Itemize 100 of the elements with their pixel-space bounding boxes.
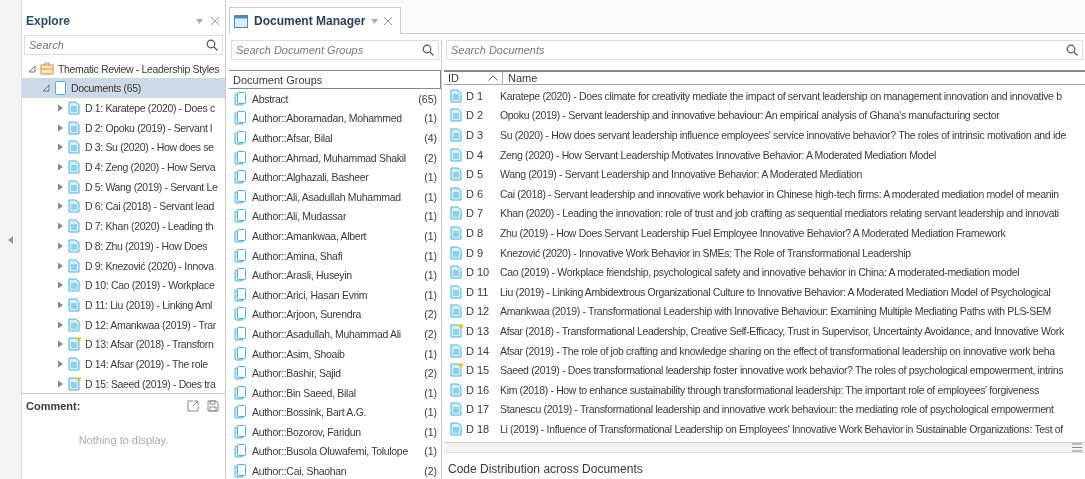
- column-header[interactable]: ID: [444, 72, 503, 84]
- expand-icon[interactable]: [56, 300, 64, 309]
- collapse-icon[interactable]: [28, 64, 36, 73]
- tree-item[interactable]: D 3: Su (2020) - How does se: [22, 137, 225, 158]
- tree-item[interactable]: D 4: Zeng (2020) - How Serva: [22, 157, 225, 177]
- close-icon[interactable]: [211, 17, 219, 26]
- comment-title: Comment:: [26, 400, 81, 413]
- search-field[interactable]: Search Document Groups: [231, 40, 439, 60]
- document-group[interactable]: Author::Arjoon, Surendra (2): [229, 304, 441, 325]
- column-header[interactable]: Document Groups: [229, 70, 441, 89]
- search-icon[interactable]: [206, 38, 218, 51]
- document-group[interactable]: Author::Ahmad, Muhammad Shakil (2): [229, 147, 441, 168]
- search-icon[interactable]: [422, 44, 434, 56]
- document-group[interactable]: Author::Arici, Hasan Evrim (1): [229, 284, 441, 305]
- save-icon[interactable]: [207, 400, 219, 413]
- group-icon: [234, 268, 247, 283]
- empty-message: Nothing to display.: [77, 434, 170, 447]
- column-header[interactable]: Name: [503, 72, 1085, 84]
- group-icon: [234, 464, 247, 479]
- expand-icon[interactable]: [56, 163, 64, 172]
- group-icon: [234, 189, 247, 204]
- table-cell: Karatepe (2020) - Does climate for creativity mediate the impact of servant leadership on management innovation and innovative b: [500, 89, 1062, 102]
- tree-item[interactable]: D 12: Amankwaa (2019) - Trar: [22, 314, 225, 335]
- document-group[interactable]: Author::Bossink, Bart A.G. (1): [229, 402, 441, 423]
- group-icon: [234, 287, 247, 302]
- table-cell: Su (2020) - How does servant leadership influence employees' service innovative behavior? The roles of intrinsic motivation and ide: [500, 129, 1066, 141]
- expand-icon[interactable]: [56, 123, 64, 132]
- sort-caret-icon[interactable]: [488, 75, 498, 81]
- tree-item[interactable]: D 6: Cai (2018) - Servant lead: [22, 196, 225, 217]
- search-field[interactable]: Search Documents: [446, 40, 1083, 60]
- expand-icon[interactable]: [56, 379, 64, 388]
- export-icon[interactable]: [187, 400, 199, 413]
- expand-icon[interactable]: [56, 182, 64, 191]
- expand-icon[interactable]: [56, 320, 64, 329]
- group-icon: [234, 209, 247, 224]
- expand-icon[interactable]: [56, 222, 64, 231]
- tree-item[interactable]: D 11: Liu (2019) - Linking Aml: [22, 295, 225, 315]
- group-icon: [234, 91, 247, 106]
- tree-item[interactable]: Documents (65): [22, 78, 225, 99]
- document-group[interactable]: Author::Bashir, Sajid (2): [229, 363, 441, 383]
- briefcase-icon: [40, 62, 54, 76]
- document-group[interactable]: Author::Arasli, Huseyin (1): [229, 265, 441, 285]
- expand-icon[interactable]: [56, 202, 64, 211]
- tree-item[interactable]: D 13: Afsar (2018) - Transforn: [22, 334, 225, 355]
- tree-item[interactable]: D 5: Wang (2019) - Servant Le: [22, 176, 225, 197]
- document-group[interactable]: Author::Bozorov, Faridun (1): [229, 422, 441, 442]
- tree-item[interactable]: D 9: Knezović (2020) - Innova: [22, 255, 225, 276]
- menu-icon[interactable]: [1072, 442, 1082, 452]
- tree-item[interactable]: D 2: Opoku (2019) - Servant l: [22, 117, 225, 138]
- table-cell: Liu (2019) - Linking Ambidextrous Organizational Culture to Innovative Behavior: A Moderated Mediation Model of Psychological: [500, 285, 1051, 298]
- document-group[interactable]: Abstract (65): [229, 89, 441, 109]
- document-group[interactable]: Author::Bin Saeed, Bilal (1): [229, 382, 441, 403]
- document-group[interactable]: Author::Asadullah, Muhammad Ali (2): [229, 324, 441, 344]
- tree-item[interactable]: D 8: Zhu (2019) - How Does: [22, 235, 225, 256]
- tree-item[interactable]: D 10: Cao (2019) - Workplace: [22, 275, 225, 296]
- document-manager-tab[interactable]: Document Manager: [229, 7, 402, 34]
- table-cell: D 18: [444, 421, 500, 436]
- table-cell: D 12: [444, 304, 500, 319]
- document-group[interactable]: Author::Busola Oluwafemi, Tolulope (1): [229, 441, 441, 462]
- group-icon: [234, 405, 247, 420]
- tree-item[interactable]: D 7: Khan (2020) - Leading th: [22, 216, 225, 236]
- tree-item[interactable]: Thematic Review - Leadership Styles: [22, 58, 225, 79]
- table-cell: Afsar (2018) - Transformational Leadership, Creative Self-Efficacy, Trust in Supervisor, Uncertainty Avoidance, and Innovative Work: [500, 324, 1064, 337]
- table-cell: D 8: [444, 225, 500, 240]
- expand-icon[interactable]: [56, 261, 64, 270]
- group-icon: [234, 131, 247, 145]
- expand-icon[interactable]: [56, 281, 64, 290]
- table-cell: D 13: [444, 323, 500, 338]
- document-group[interactable]: Author::Cai, Shaohan (2): [229, 461, 441, 479]
- close-icon[interactable]: [384, 17, 393, 25]
- window-icon: [234, 14, 248, 28]
- expand-icon[interactable]: [56, 143, 64, 152]
- dropdown-icon[interactable]: [196, 18, 203, 24]
- tree-item[interactable]: D 15: Saeed (2019) - Does tra: [22, 373, 225, 394]
- search-field[interactable]: Search: [24, 34, 223, 55]
- collapse-icon[interactable]: [42, 84, 50, 93]
- expand-icon[interactable]: [56, 241, 64, 250]
- expand-icon[interactable]: [56, 359, 64, 368]
- search-icon[interactable]: [1066, 44, 1078, 56]
- group-icon: [234, 424, 247, 439]
- document-group[interactable]: Author::Amina, Shafi (1): [229, 245, 441, 266]
- group-icon: [234, 366, 247, 381]
- tree-item[interactable]: D 14: Afsar (2019) - The role: [22, 354, 225, 374]
- tree-item[interactable]: D 1: Karatepe (2020) - Does c: [22, 98, 225, 118]
- table-cell: D 17: [444, 402, 500, 417]
- table-cell: Cao (2019) - Workplace friendship, psychological safety and innovative behavior in China: A moderated-mediation model: [500, 266, 1020, 279]
- page-icon: [54, 81, 67, 96]
- collapse-arrow-icon[interactable]: [8, 235, 13, 244]
- document-group[interactable]: Author::Amankwaa, Albert (1): [229, 226, 441, 246]
- document-group[interactable]: Author::Ali, Asadullah Muhammad (1): [229, 186, 441, 207]
- document-group[interactable]: Author::Aboramadan, Mohammed (1): [229, 108, 441, 129]
- document-group[interactable]: Author::Asim, Shoaib (1): [229, 343, 441, 364]
- document-group[interactable]: Author::Ali, Mudassar (1): [229, 206, 441, 227]
- expand-icon[interactable]: [56, 340, 64, 349]
- dropdown-icon[interactable]: [371, 18, 379, 24]
- expand-icon[interactable]: [56, 104, 64, 112]
- table-cell: D 9: [444, 245, 500, 260]
- document-group[interactable]: Author::Alghazali, Basheer (1): [229, 167, 441, 187]
- document-group[interactable]: Author::Afsar, Bilal (4): [229, 128, 441, 148]
- section-title: Code Distribution across Documents: [447, 460, 644, 478]
